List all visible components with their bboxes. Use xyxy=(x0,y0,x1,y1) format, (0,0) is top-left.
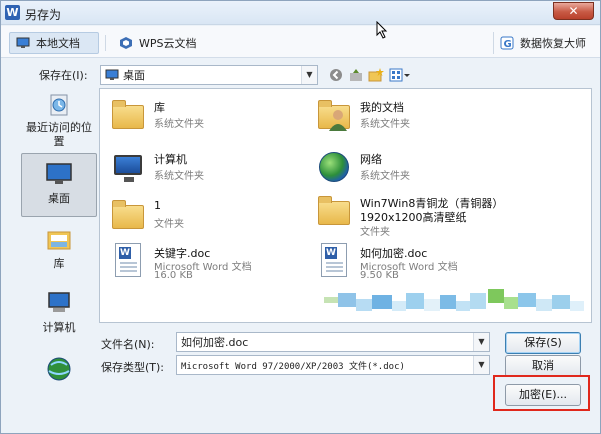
chevron-down-icon: ▼ xyxy=(473,356,489,374)
place-recent[interactable]: 最近访问的位置 xyxy=(21,89,97,151)
close-button[interactable]: ✕ xyxy=(553,2,594,20)
save-in-label: 保存在(I): xyxy=(39,69,88,82)
word-document-icon: W xyxy=(316,243,352,279)
place-library[interactable]: 库 xyxy=(21,223,97,277)
list-item[interactable]: 我的文档 系统文件夹 xyxy=(310,93,540,139)
filename-value: 如何加密.doc xyxy=(181,336,249,349)
monitor-icon xyxy=(16,37,30,48)
save-in-value: 桌面 xyxy=(123,69,145,82)
filename-input[interactable]: 如何加密.doc ▼ xyxy=(176,332,490,352)
network-icon xyxy=(45,355,73,381)
svg-text:G: G xyxy=(504,39,512,50)
places-bar: 最近访问的位置 桌面 库 计算机 xyxy=(13,87,99,427)
filetype-dropdown[interactable]: Microsoft Word 97/2000/XP/2003 文件(*.doc)… xyxy=(176,355,490,375)
folder-icon xyxy=(110,197,146,233)
list-item[interactable]: Win7Win8青铜龙（青铜器） 1920x1200高清壁纸 文件夹 xyxy=(310,189,540,241)
list-item[interactable]: 1 文件夹 xyxy=(104,193,334,239)
place-desktop-label: 桌面 xyxy=(48,192,70,205)
cancel-button[interactable]: 取消 xyxy=(505,355,581,377)
cloud-icon xyxy=(120,37,132,49)
save-button[interactable]: 保存(S) xyxy=(505,332,581,354)
dialog-title: 另存为 xyxy=(25,8,62,22)
place-computer[interactable]: 计算机 xyxy=(21,287,97,341)
tab-data-recovery[interactable]: G 数据恢复大师 xyxy=(493,32,592,54)
list-item[interactable]: 计算机 系统文件夹 xyxy=(104,145,334,191)
place-desktop[interactable]: 桌面 xyxy=(21,153,97,217)
tab-wps-cloud-label: WPS云文档 xyxy=(139,37,197,50)
title-bar: W 另存为 ✕ xyxy=(1,1,600,25)
computer-icon xyxy=(110,149,146,185)
list-item[interactable]: 库 系统文件夹 xyxy=(104,93,334,139)
list-item[interactable]: W 关键字.doc Microsoft Word 文档 16.0 KB xyxy=(104,239,334,285)
folder-icon xyxy=(316,193,352,229)
new-folder-icon[interactable] xyxy=(368,68,384,84)
tab-local-label: 本地文档 xyxy=(36,37,80,50)
recovery-icon: G xyxy=(500,36,514,50)
chevron-down-icon: ▼ xyxy=(301,66,317,84)
tab-separator xyxy=(105,35,106,51)
mouse-cursor-icon xyxy=(376,21,388,39)
pixelated-watermark xyxy=(322,289,591,322)
recent-places-icon xyxy=(45,93,73,117)
computer-icon xyxy=(45,291,73,315)
up-folder-icon[interactable] xyxy=(348,68,364,84)
library-folder-icon xyxy=(110,97,146,133)
save-in-dropdown[interactable]: 桌面 ▼ xyxy=(100,65,318,85)
location-tabs: 本地文档 WPS云文档 G 数据恢复大师 xyxy=(1,26,600,58)
network-icon xyxy=(316,149,352,185)
tab-wps-cloud[interactable]: WPS云文档 xyxy=(119,32,197,54)
chevron-down-icon: ▼ xyxy=(473,333,489,351)
highlight-box xyxy=(493,375,590,411)
place-recent-label: 最近访问的位置 xyxy=(26,121,92,148)
desktop-icon xyxy=(105,69,119,80)
place-computer-label: 计算机 xyxy=(42,321,76,334)
filetype-value: Microsoft Word 97/2000/XP/2003 文件(*.doc) xyxy=(181,361,405,372)
filename-label: 文件名(N): xyxy=(101,338,155,351)
list-item[interactable]: 网络 系统文件夹 xyxy=(310,145,540,191)
list-item[interactable]: W 如何加密.doc Microsoft Word 文档 9.50 KB xyxy=(310,239,540,285)
back-icon[interactable] xyxy=(328,68,344,84)
tab-data-recovery-label: 数据恢复大师 xyxy=(520,37,586,50)
tab-local-documents[interactable]: 本地文档 xyxy=(9,32,99,54)
desktop-icon xyxy=(45,162,73,186)
save-as-dialog: W 另存为 ✕ 本地文档 WPS云文档 G 数据恢复大师 保存在(I): 桌面 … xyxy=(0,0,601,434)
file-list[interactable]: 库 系统文件夹 我的文档 系统文件夹 计算机 系统文件夹 网络 系统文件夹 1 … xyxy=(99,88,592,323)
place-network[interactable] xyxy=(21,351,97,391)
user-folder-icon xyxy=(316,97,352,133)
wps-writer-icon: W xyxy=(5,5,20,20)
library-icon xyxy=(45,227,73,251)
view-menu-icon[interactable] xyxy=(389,68,411,84)
place-library-label: 库 xyxy=(53,257,65,270)
word-document-icon: W xyxy=(110,243,146,279)
filetype-label: 保存类型(T): xyxy=(101,361,165,374)
